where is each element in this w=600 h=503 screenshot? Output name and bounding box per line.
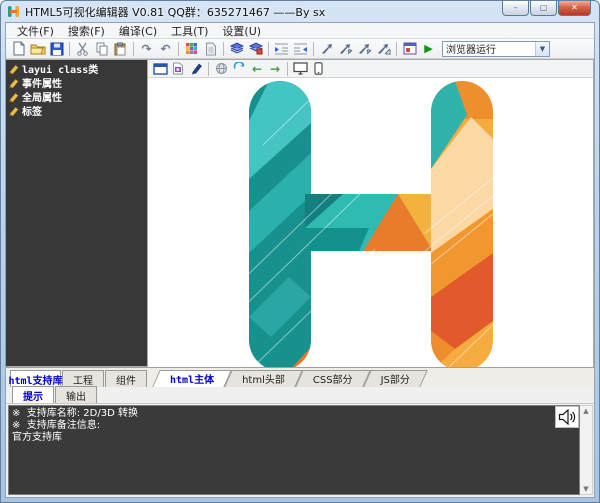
toolbar-separator: [178, 42, 179, 56]
tree-item-label: 标签: [22, 103, 42, 118]
close-button[interactable]: ✕: [558, 1, 591, 16]
toolbar-separator: [396, 42, 397, 56]
app-window: HTML5可视化编辑器 V0.81 QQ群：635271467 ——By sx …: [0, 0, 600, 503]
console-line: ※ 支持库名称: 2D/3D 转换: [12, 408, 576, 420]
menu-file[interactable]: 文件(F): [10, 22, 61, 40]
tree-item-tags[interactable]: 标签: [6, 103, 147, 117]
app-logo-icon: [7, 5, 20, 18]
console-line: ※ 支持库备注信息:: [12, 420, 576, 432]
save-icon[interactable]: [47, 40, 66, 57]
design-canvas: [148, 78, 593, 367]
preview-toolbar: ← →: [148, 60, 593, 78]
support-library-tree: layui class类 事件属性 全局属性: [6, 59, 148, 367]
tab-html-body[interactable]: html主体: [156, 370, 228, 387]
pencil-icon: [8, 91, 19, 102]
run-icon[interactable]: ▶: [419, 40, 438, 57]
ide-window-icon[interactable]: [400, 40, 419, 57]
dropdown-arrow-icon[interactable]: ▼: [535, 42, 549, 56]
maximize-button[interactable]: ▢: [530, 1, 557, 16]
minimize-button[interactable]: –: [502, 1, 529, 16]
html-document-icon[interactable]: [169, 61, 187, 77]
tree-item-layui-class[interactable]: layui class类: [6, 61, 147, 75]
tab-html-head[interactable]: html头部: [228, 370, 299, 387]
style-layers-icon-1[interactable]: [227, 40, 246, 57]
convert-arrow-icon-2[interactable]: [336, 40, 355, 57]
menu-search[interactable]: 搜索(F): [61, 22, 112, 40]
menu-compile[interactable]: 编译(C): [112, 22, 164, 40]
new-file-icon[interactable]: [9, 40, 28, 57]
pencil-icon: [8, 77, 19, 88]
toolbar-separator: [287, 62, 288, 76]
back-arrow-icon[interactable]: ←: [248, 61, 266, 77]
pencil-icon: [8, 63, 19, 74]
console-line: 官方支持库: [12, 432, 576, 444]
run-target-dropdown[interactable]: 浏览器运行 ▼: [442, 41, 550, 57]
scroll-down-icon[interactable]: ▼: [583, 484, 588, 494]
hints-console: ※ 支持库名称: 2D/3D 转换 ※ 支持库备注信息: 官方支持库: [8, 405, 580, 495]
toolbar-separator: [313, 42, 314, 56]
convert-arrow-icon-4[interactable]: [374, 40, 393, 57]
scroll-up-icon[interactable]: ▲: [583, 406, 588, 416]
outdent-icon[interactable]: [291, 40, 310, 57]
bottom-panel: 提示 输出 ※ 支持库名称: 2D/3D 转换 ※ 支持库备注信息: 官方支持库…: [6, 387, 594, 497]
toolbar-separator: [69, 42, 70, 56]
tree-item-event-attrs[interactable]: 事件属性: [6, 75, 147, 89]
menu-tools[interactable]: 工具(T): [164, 22, 215, 40]
indent-icon[interactable]: [272, 40, 291, 57]
toolbar-separator: [268, 42, 269, 56]
open-file-icon[interactable]: [28, 40, 47, 57]
tree-item-label: 事件属性: [22, 75, 62, 90]
window-title: HTML5可视化编辑器 V0.81 QQ群：635271467 ——By sx: [25, 4, 325, 20]
run-target-value: 浏览器运行: [443, 41, 535, 56]
tabs-row: html支持库 工程 组件 html主体 html头部 CSS部分 JS部分: [6, 367, 594, 387]
redo-icon[interactable]: ↷: [137, 40, 156, 57]
copy-icon[interactable]: [92, 40, 111, 57]
desktop-preview-icon[interactable]: [291, 61, 309, 77]
hbuilder-logo: [249, 81, 493, 367]
editor-tabs: html主体 html头部 CSS部分 JS部分: [148, 370, 594, 387]
tab-components[interactable]: 组件: [105, 370, 147, 387]
tab-output[interactable]: 输出: [55, 386, 97, 403]
toolbar-separator: [223, 42, 224, 56]
toolbar-separator: [133, 42, 134, 56]
tab-project[interactable]: 工程: [62, 370, 104, 387]
menubar: 文件(F) 搜索(F) 编译(C) 工具(T) 设置(U): [6, 23, 594, 39]
convert-arrow-icon-3[interactable]: [355, 40, 374, 57]
tab-hints[interactable]: 提示: [12, 386, 54, 403]
edit-pen-icon[interactable]: [187, 61, 205, 77]
app-frame: 文件(F) 搜索(F) 编译(C) 工具(T) 设置(U): [5, 22, 595, 498]
tree-item-label: layui class类: [22, 61, 98, 76]
browser-window-icon[interactable]: [151, 61, 169, 77]
paste-icon[interactable]: [111, 40, 130, 57]
tree-item-label: 全局属性: [22, 89, 62, 104]
forward-arrow-icon[interactable]: →: [266, 61, 284, 77]
menu-settings[interactable]: 设置(U): [215, 22, 268, 40]
tab-js-section[interactable]: JS部分: [367, 370, 424, 387]
pencil-icon: [8, 105, 19, 116]
convert-arrow-icon-1[interactable]: [317, 40, 336, 57]
speaker-icon[interactable]: [555, 406, 579, 428]
mobile-preview-icon[interactable]: [309, 61, 327, 77]
color-palette-icon[interactable]: [182, 40, 201, 57]
style-layers-icon-2[interactable]: [246, 40, 265, 57]
console-scrollbar[interactable]: ▲ ▼: [580, 405, 593, 495]
tree-item-global-attrs[interactable]: 全局属性: [6, 89, 147, 103]
blank-document-icon[interactable]: [201, 40, 220, 57]
bottom-tabs: 提示 输出: [6, 387, 594, 404]
titlebar[interactable]: HTML5可视化编辑器 V0.81 QQ群：635271467 ——By sx …: [1, 1, 599, 22]
globe-icon[interactable]: [212, 61, 230, 77]
main-toolbar: ↷ ↶: [6, 39, 594, 59]
toolbar-separator: [208, 62, 209, 76]
undo-icon[interactable]: ↶: [156, 40, 175, 57]
sidebar-tabs: html支持库 工程 组件: [6, 370, 148, 387]
tab-html-support-lib[interactable]: html支持库: [10, 370, 61, 387]
tab-css-section[interactable]: CSS部分: [299, 370, 367, 387]
refresh-icon[interactable]: [230, 61, 248, 77]
cut-icon[interactable]: [73, 40, 92, 57]
console-wrap: ※ 支持库名称: 2D/3D 转换 ※ 支持库备注信息: 官方支持库 ▲ ▼: [6, 404, 594, 497]
